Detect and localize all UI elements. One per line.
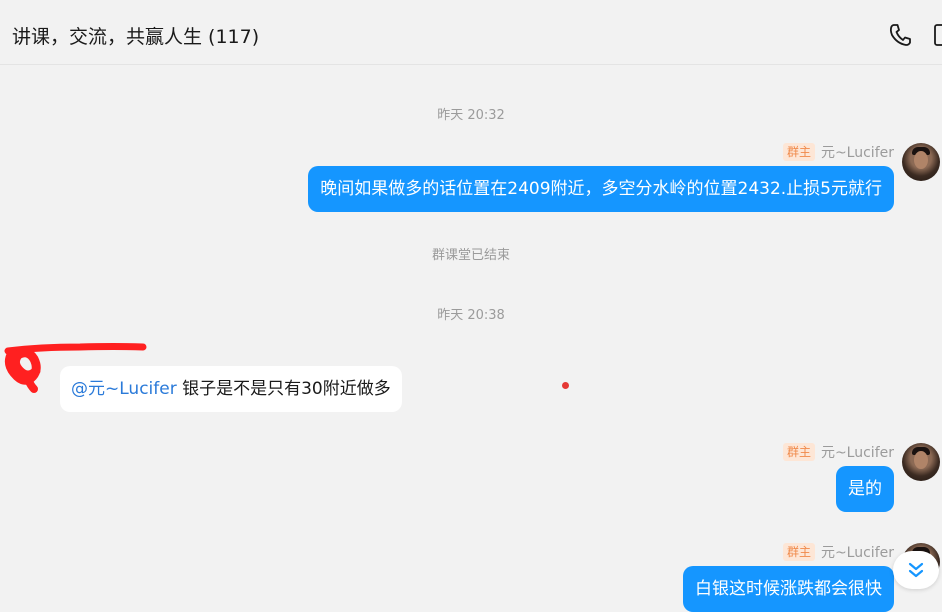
more-icon[interactable] [934, 22, 942, 52]
sender-name[interactable]: 元~Lucifer [821, 442, 894, 462]
mention-link[interactable]: @元~Lucifer [71, 379, 177, 399]
message-bubble-incoming[interactable]: @元~Lucifer 银子是不是只有30附近做多 [60, 366, 402, 412]
owner-badge: 群主 [782, 443, 815, 461]
double-chevron-down-icon [908, 562, 924, 578]
avatar[interactable] [902, 443, 940, 481]
owner-badge: 群主 [782, 543, 815, 561]
message-bubble-outgoing[interactable]: 白银这时候涨跌都会很快 [683, 566, 894, 612]
scroll-to-bottom-button[interactable] [893, 551, 939, 589]
sender-name[interactable]: 元~Lucifer [821, 142, 894, 162]
red-dot [562, 382, 569, 389]
phone-icon[interactable] [888, 22, 912, 52]
time-separator: 昨天 20:38 [437, 308, 505, 323]
message-meta: 群主 元~Lucifer [782, 442, 894, 462]
chat-header: 讲课，交流，共赢人生 (117) [0, 0, 942, 65]
message-bubble-outgoing[interactable]: 晚间如果做多的话位置在2409附近，多空分水岭的位置2432.止损5元就行 [308, 166, 894, 212]
message-meta: 群主 元~Lucifer [782, 142, 894, 162]
system-notice: 群课堂已结束 [431, 248, 510, 263]
message-bubble-outgoing[interactable]: 是的 [836, 466, 894, 512]
chat-title: 讲课，交流，共赢人生 (117) [12, 26, 260, 48]
avatar[interactable] [902, 143, 940, 181]
message-text: 银子是不是只有30附近做多 [176, 379, 391, 399]
time-separator: 昨天 20:32 [437, 108, 505, 123]
message-meta: 群主 元~Lucifer [782, 542, 894, 562]
owner-badge: 群主 [782, 143, 815, 161]
sender-name[interactable]: 元~Lucifer [821, 542, 894, 562]
